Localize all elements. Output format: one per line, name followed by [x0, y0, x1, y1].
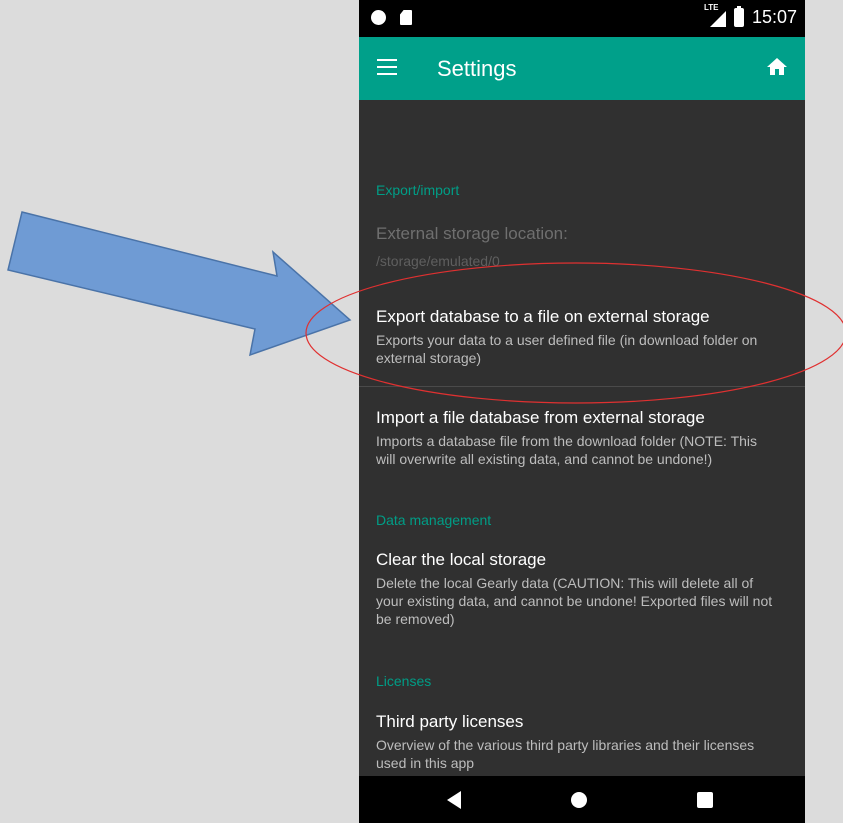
pref-clear-local-storage[interactable]: Clear the local storage Delete the local…	[359, 540, 805, 640]
back-triangle-icon[interactable]	[447, 791, 461, 809]
sd-card-icon	[400, 10, 412, 25]
notification-dot-icon	[371, 10, 386, 25]
app-bar: Settings	[359, 37, 805, 100]
divider	[359, 386, 805, 387]
annotation-arrow	[7, 211, 352, 357]
pref-third-party-licenses[interactable]: Third party licenses Overview of the var…	[359, 704, 805, 776]
pref-title: Import a file database from external sto…	[376, 408, 705, 427]
page-title: Settings	[437, 56, 517, 81]
settings-list: Export/import External storage location:…	[359, 100, 805, 776]
home-icon[interactable]	[765, 55, 789, 79]
section-header-licenses: Licenses	[376, 673, 432, 689]
pref-title: Export database to a file on external st…	[376, 307, 710, 326]
pref-summary: /storage/emulated/0	[376, 253, 500, 269]
pref-import-database[interactable]: Import a file database from external sto…	[359, 396, 805, 476]
pref-external-storage-location: External storage location: /storage/emul…	[359, 218, 805, 274]
pref-summary: Imports a database file from the downloa…	[376, 433, 758, 467]
pref-title: Third party licenses	[376, 712, 524, 731]
pref-title: Clear the local storage	[376, 550, 547, 569]
status-time: 15:07	[751, 6, 797, 27]
phone-screen: LTE 15:07 Settings Export/import Externa…	[359, 0, 805, 823]
status-left-icons	[371, 10, 412, 25]
lte-signal-icon: LTE	[704, 3, 726, 28]
pref-summary: Overview of the various third party libr…	[376, 737, 755, 771]
pref-summary: Exports your data to a user defined file…	[376, 332, 758, 366]
section-header-data-management: Data management	[376, 512, 492, 528]
home-circle-icon[interactable]	[571, 792, 587, 808]
navigation-bar	[359, 776, 805, 823]
battery-icon	[733, 5, 744, 27]
screenshot-canvas: LTE 15:07 Settings Export/import Externa…	[0, 0, 843, 823]
section-header-export-import: Export/import	[376, 182, 460, 198]
pref-export-database[interactable]: Export database to a file on external st…	[359, 296, 805, 384]
status-bar: LTE 15:07	[359, 0, 805, 37]
pref-title: External storage location:	[376, 224, 568, 243]
pref-summary: Delete the local Gearly data (CAUTION: T…	[376, 575, 773, 627]
signal-icon	[709, 11, 726, 27]
hamburger-menu-icon[interactable]	[377, 59, 397, 75]
recents-square-icon[interactable]	[697, 792, 713, 808]
status-right-icons: LTE 15:07	[704, 3, 797, 28]
